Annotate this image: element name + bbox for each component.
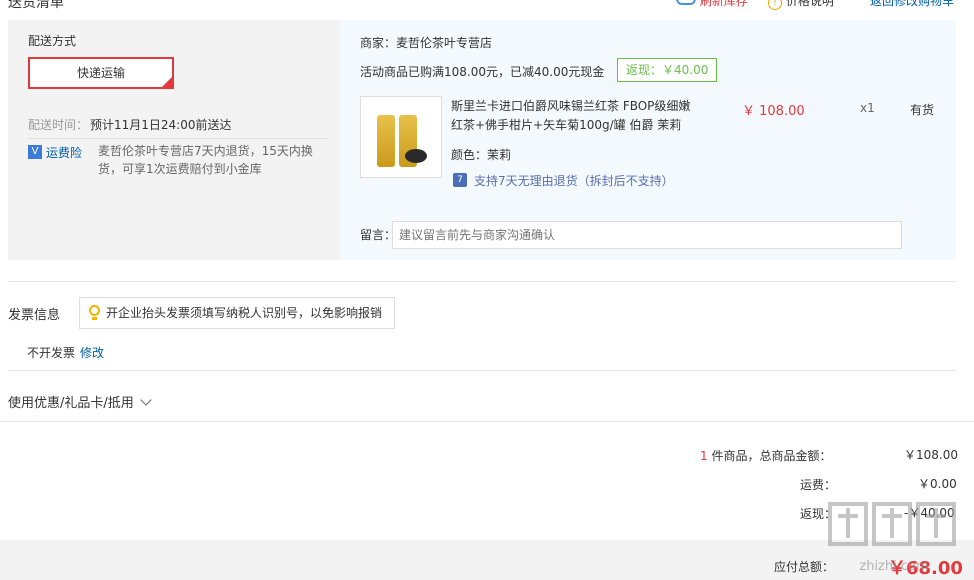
rebate-badge: 返现：￥40.00 [617,58,718,82]
insurance-description: 麦哲伦茶叶专营店7天内退货，15天内换货，可享1次运费赔付到小金库 [98,144,313,176]
divider [8,281,956,282]
info-icon: ! [768,0,782,10]
shipping-fee-amount: ￥0.00 [918,477,957,491]
check-icon: ✓ [165,70,172,79]
merchant-name: 商家：麦哲伦茶叶专营店 [360,36,493,50]
refresh-stock-link[interactable]: 刷新库存 [676,0,748,9]
divider [8,370,956,371]
divider [28,138,328,139]
lightbulb-icon [89,305,100,316]
price-note-link[interactable]: ! 价格说明 [768,0,834,10]
merchant-panel: 商家：麦哲伦茶叶专营店 活动商品已购满108.00元，已减40.00元现金 返现… [340,20,956,260]
shield-icon: V [28,145,42,159]
shipping-method-label: 配送方式 [28,34,77,48]
shipping-fee-label: 运费： [800,478,837,492]
summary-count-row: 1 件商品，总商品金额： [700,449,832,463]
return-policy-text[interactable]: 支持7天无理由退货（拆封后不支持） [474,172,674,189]
refresh-icon [676,0,696,5]
promo-text: 活动商品已购满108.00元，已减40.00元现金 [360,65,605,79]
coupon-toggle[interactable]: 使用优惠/礼品卡/抵用 [8,392,152,411]
message-label: 留言： [360,228,397,242]
invoice-tip: 开企业抬头发票须填写纳税人识别号，以免影响报销 [79,297,396,329]
chevron-down-icon [140,394,152,406]
delivery-time-label: 配送时间： [28,118,89,132]
rebate-label: 返现： [800,507,837,521]
goods-amount: ￥108.00 [904,448,958,462]
invoice-status: 不开发票 [27,346,76,360]
payable-amount: ￥68.00 [888,558,963,579]
top-bar: 送货清单 刷新库存 ! 价格说明 返回修改购物车 [0,0,974,18]
item-count: 1 [700,449,708,463]
invoice-title: 发票信息 [8,308,61,323]
invoice-edit-link[interactable]: 修改 [80,344,104,361]
return-policy-icon: 7 [453,173,467,187]
tea-plate-image [405,149,427,163]
delivery-time-value: 预计11月1日24:00前送达 [90,118,232,132]
product-title-link[interactable]: 斯里兰卡进口伯爵风味锡兰红茶 FBOP级细嫩红茶+佛手柑片+矢车菊100g/罐 … [451,97,701,135]
product-color: 颜色：茉莉 [451,148,512,162]
message-input[interactable] [392,221,902,249]
payable-label: 应付总额： [774,560,835,574]
product-thumbnail[interactable] [360,96,442,178]
divider [0,421,974,422]
shipping-insurance-link[interactable]: 运费险 [46,144,82,161]
rebate-amount: -￥40.00 [904,506,955,520]
back-to-cart-link[interactable]: 返回修改购物车 [870,0,954,9]
tea-can-image [377,115,395,167]
page-title: 送货清单 [8,0,64,11]
stock-status: 有货 [910,103,935,117]
product-quantity: x1 [860,101,875,115]
payment-footer: 应付总额： ￥68.00 [0,540,974,580]
express-shipping-option[interactable]: 快递运输 ✓ [28,57,174,89]
product-price: ￥ 108.00 [742,104,805,119]
shipping-panel: 配送方式 快递运输 ✓ 配送时间： 预计11月1日24:00前送达 V 运费险 … [8,20,340,260]
